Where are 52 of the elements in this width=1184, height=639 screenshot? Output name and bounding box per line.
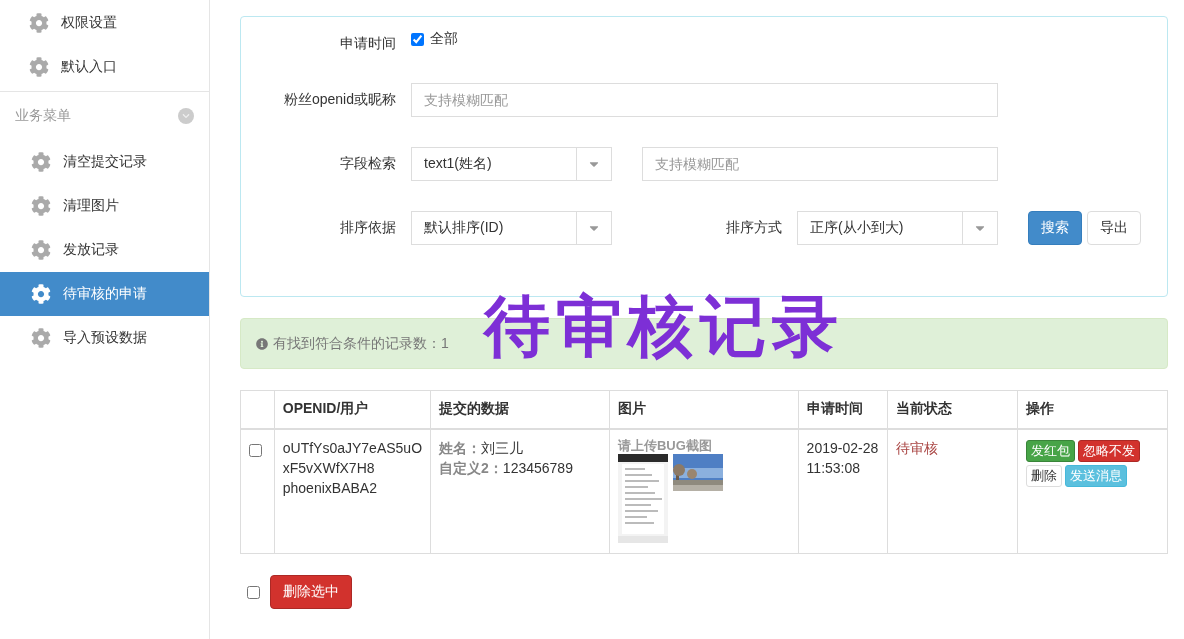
info-icon xyxy=(256,337,268,350)
sidebar-item[interactable]: 待审核的申请 xyxy=(0,272,209,316)
gear-icon xyxy=(29,57,49,77)
status-text: 待审核 xyxy=(896,439,939,456)
annotation-text: 待审核记录 xyxy=(484,288,844,365)
openid-text: phoenixBABA2 xyxy=(282,478,378,498)
field-label: 粉丝openid或昵称 xyxy=(282,91,397,109)
field-label: 申请时间 xyxy=(339,35,397,53)
gear-icon xyxy=(31,328,51,348)
gear-icon xyxy=(31,240,51,260)
column-header: 当前状态 xyxy=(887,390,1018,429)
image-title: 请上传BUG截图 xyxy=(618,437,713,454)
sidebar-item[interactable]: 导入预设数据 xyxy=(0,316,209,360)
select-field[interactable]: text1(姓名) xyxy=(411,147,612,181)
select-field[interactable]: 正序(从小到大) xyxy=(797,211,998,245)
column-header: OPENID/用户 xyxy=(274,390,431,429)
column-header: 操作 xyxy=(1017,390,1168,429)
export-button[interactable]: 导出 xyxy=(1087,211,1141,245)
gear-icon xyxy=(29,13,49,33)
checkbox-label: 全部 xyxy=(430,30,458,48)
gear-icon xyxy=(31,196,51,216)
alert-text: 有找到符合条件的记录数：1 xyxy=(273,334,449,353)
data-field: 姓名：刘三儿 xyxy=(439,437,601,458)
sidebar-item[interactable]: 清理图片 xyxy=(0,184,209,228)
column-header: 提交的数据 xyxy=(430,390,610,429)
delete-selected-button[interactable]: 删除选中 xyxy=(270,575,352,609)
sidebar-item[interactable]: 清空提交记录 xyxy=(0,140,209,184)
sidebar-item[interactable]: 默认入口 xyxy=(0,45,209,89)
field-label: 排序方式 xyxy=(725,219,783,237)
field-label: 排序依据 xyxy=(339,219,397,237)
search-button[interactable]: 搜索 xyxy=(1028,211,1082,245)
column-header: 图片 xyxy=(609,390,799,429)
select-all-checkbox[interactable] xyxy=(247,585,260,599)
gear-icon xyxy=(31,284,51,304)
column-header: 申请时间 xyxy=(798,390,888,429)
row-checkbox[interactable] xyxy=(249,443,262,457)
checkbox[interactable] xyxy=(411,32,424,46)
time-text: 2019-02-28 xyxy=(806,438,880,458)
input-field[interactable]: 支持模糊匹配 xyxy=(411,83,998,117)
gear-icon xyxy=(31,152,51,172)
openid-text: oUTfYs0aJY7eAS5uO xyxy=(282,438,423,458)
time-text: 11:53:08 xyxy=(806,458,862,478)
sidebar-item[interactable]: 权限设置 xyxy=(0,1,209,45)
field-label: 字段检索 xyxy=(339,155,397,173)
action-button[interactable]: 删除 xyxy=(1025,464,1062,487)
input-field[interactable]: 支持模糊匹配 xyxy=(642,147,998,181)
select-field[interactable]: 默认排序(ID) xyxy=(411,211,612,245)
data-field: 自定义2：123456789 xyxy=(439,457,601,478)
sidebar-item[interactable]: 发放记录 xyxy=(0,228,209,272)
action-button[interactable]: 忽略不发 xyxy=(1077,439,1140,462)
openid-text: xF5vXWfX7H8 xyxy=(282,458,376,478)
section-title: 业务菜单 xyxy=(15,107,71,125)
